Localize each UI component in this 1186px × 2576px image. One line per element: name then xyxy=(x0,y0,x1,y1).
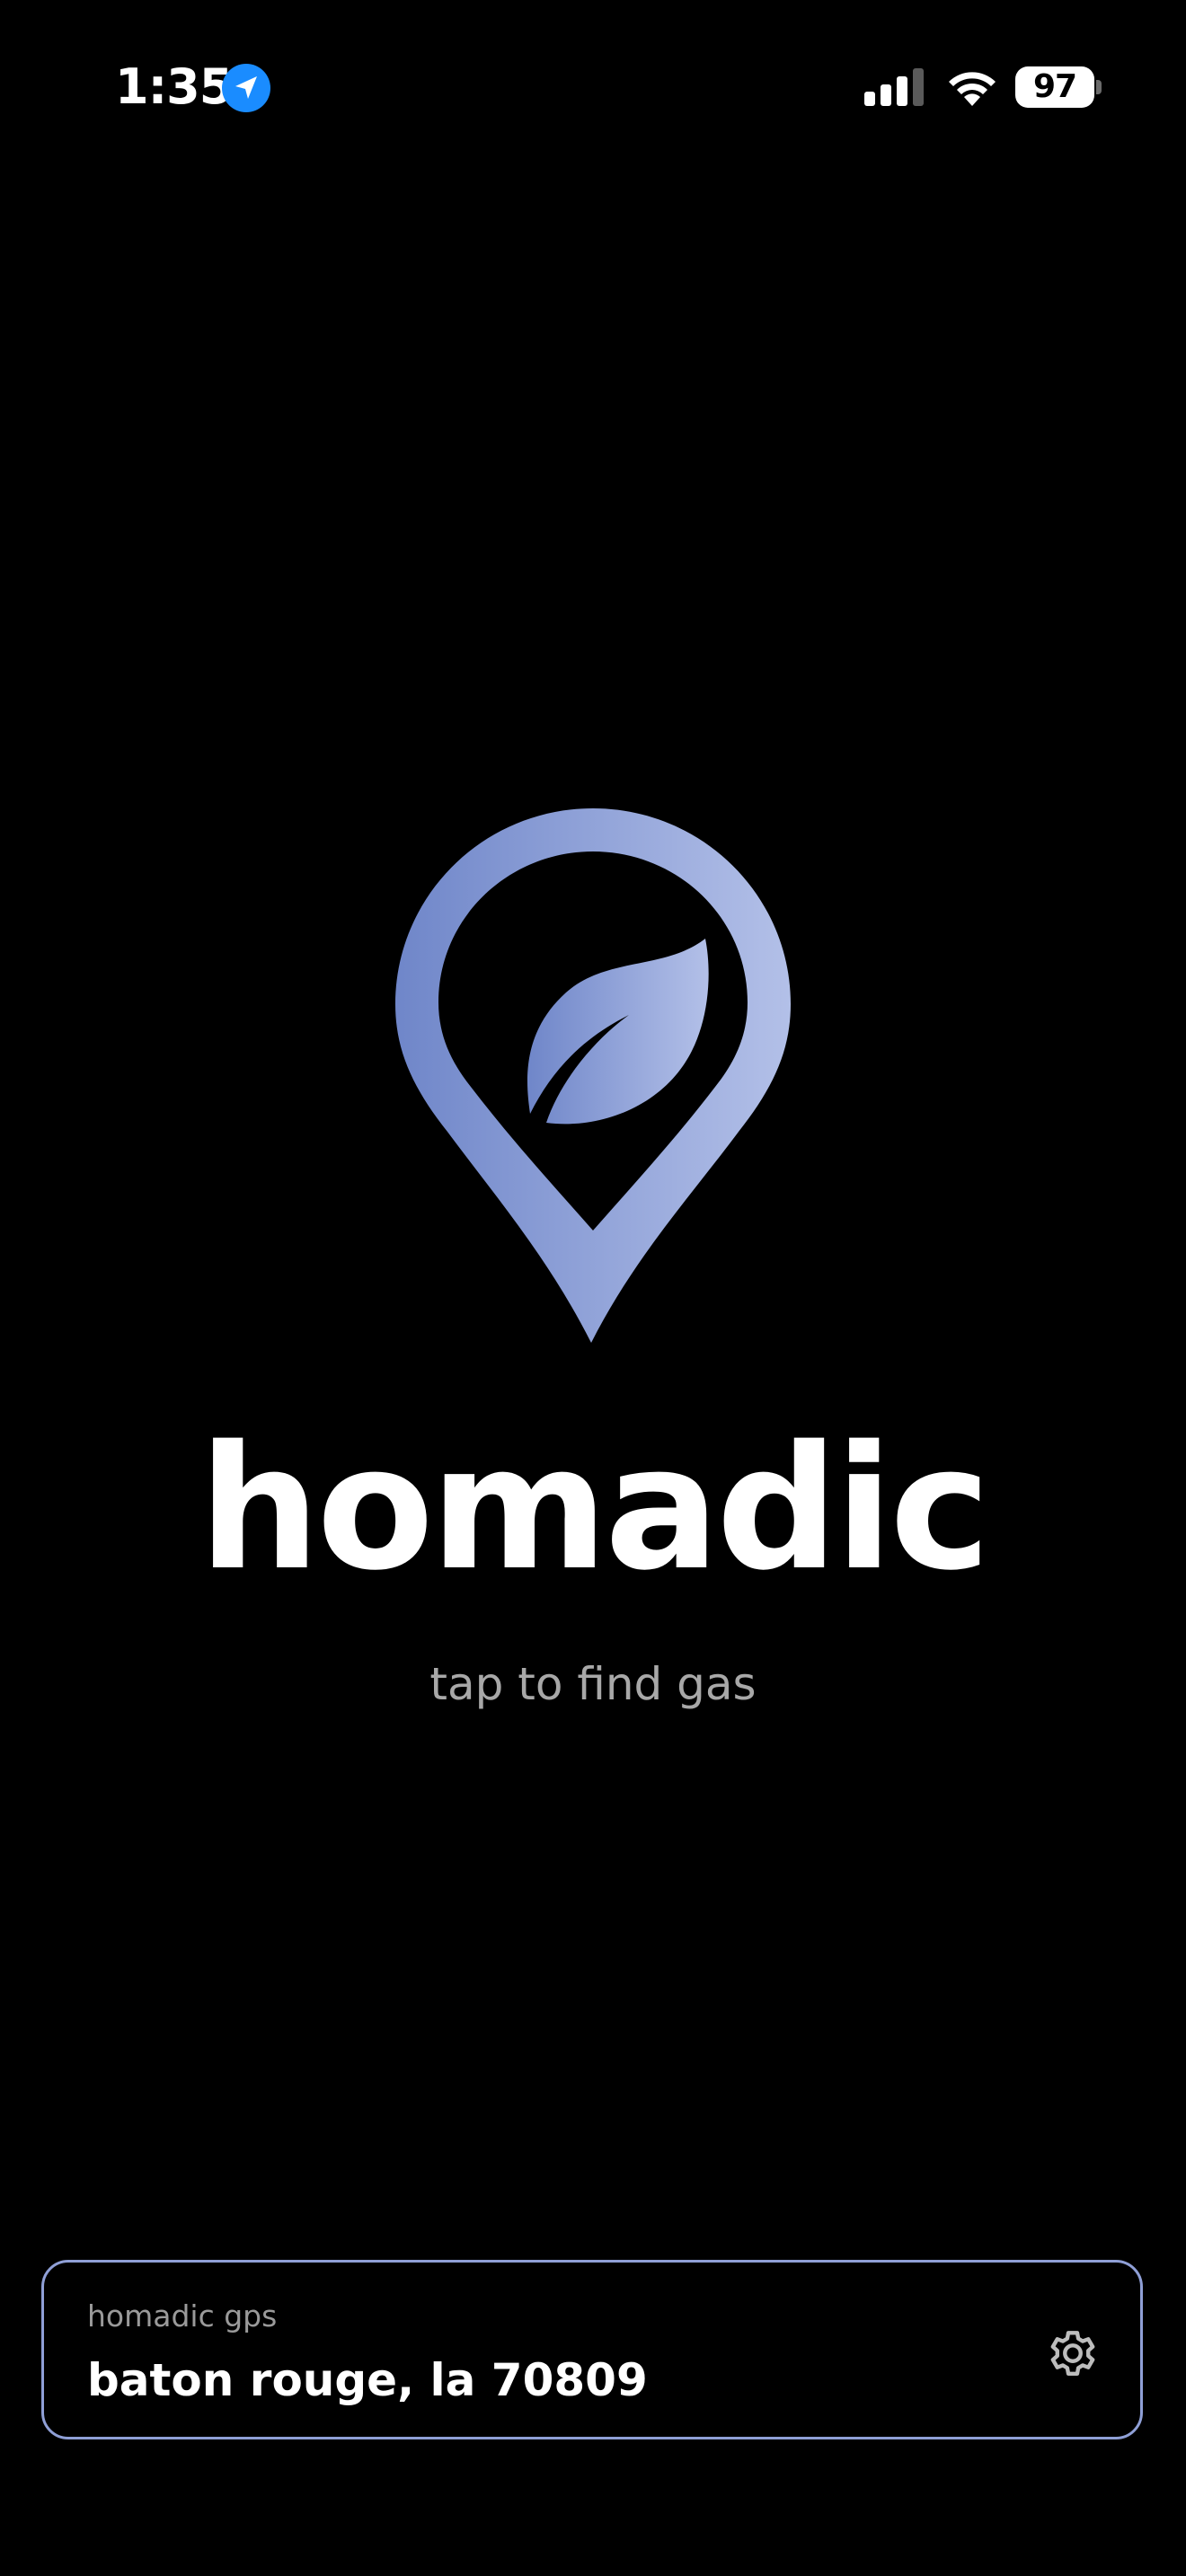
gps-label: homadic gps xyxy=(87,2298,278,2333)
battery-indicator: 97 xyxy=(1015,66,1102,108)
wifi-icon xyxy=(949,72,996,106)
gps-location: baton rouge, la 70809 xyxy=(87,2354,648,2406)
tagline: tap to find gas xyxy=(429,1658,757,1710)
find-gas-tap-area[interactable]: homadic tap to find gas xyxy=(0,790,1186,1742)
map-pin-leaf-icon xyxy=(395,808,791,1343)
battery-level: 97 xyxy=(1032,68,1077,105)
battery-cap xyxy=(1096,80,1102,94)
location-arrow-icon xyxy=(222,64,270,112)
cellular-signal-icon xyxy=(864,68,924,106)
settings-button[interactable] xyxy=(1041,2322,1104,2385)
app-name: homadic xyxy=(199,1409,991,1608)
gear-icon xyxy=(1050,2331,1095,2376)
gps-location-card[interactable]: homadic gps baton rouge, la 70809 xyxy=(41,2260,1143,2439)
status-time: 1:35 xyxy=(115,58,233,115)
status-bar: 1:35 97 xyxy=(0,0,1186,171)
